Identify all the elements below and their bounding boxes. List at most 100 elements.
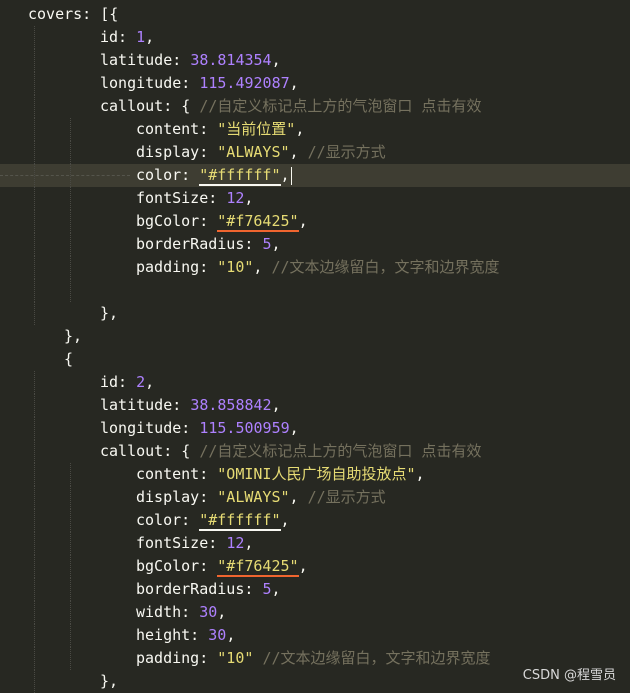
indent-guide: [34, 26, 35, 49]
indent-guide: [34, 555, 35, 578]
code-token: "#ffffff": [199, 511, 281, 531]
code-text: },: [64, 325, 82, 348]
code-text: borderRadius: 5,: [136, 578, 281, 601]
code-line[interactable]: padding: "10", //文本边缘留白，文字和边界宽度: [0, 256, 630, 279]
code-line[interactable]: borderRadius: 5,: [0, 578, 630, 601]
indent-guide: [34, 578, 35, 601]
code-line[interactable]: longitude: 115.492087,: [0, 72, 630, 95]
code-editor[interactable]: }, padding: "10" //文本边缘留白，文字和边界宽度 height: …: [0, 0, 630, 693]
code-token: ,: [280, 166, 290, 184]
code-token: bgColor:: [136, 212, 218, 230]
code-token: },: [64, 327, 83, 345]
code-token: "#ffffff": [199, 166, 281, 186]
code-token: 12: [226, 189, 245, 207]
indent-guide: [70, 624, 71, 647]
indent-guide: [70, 210, 71, 233]
code-line[interactable]: callout: { //自定义标记点上方的气泡窗口 点击有效: [0, 440, 630, 463]
code-token: 12: [226, 534, 245, 552]
code-text: bgColor: "#f76425",: [136, 210, 308, 233]
indent-guide: [70, 118, 71, 141]
code-token: ,: [289, 74, 299, 92]
indent-guide: [34, 486, 35, 509]
indent-guide: [34, 463, 35, 486]
code-line[interactable]: callout: { //自定义标记点上方的气泡窗口 点击有效: [0, 95, 630, 118]
code-line[interactable]: display: "ALWAYS", //显示方式: [0, 141, 630, 164]
code-token: ,: [244, 534, 254, 552]
indent-guide: [70, 463, 71, 486]
code-text: callout: { //自定义标记点上方的气泡窗口 点击有效: [100, 95, 481, 118]
code-line[interactable]: },: [0, 302, 630, 325]
code-token: id:: [100, 373, 137, 391]
code-token: padding:: [136, 649, 218, 667]
current-line-marker: [0, 175, 130, 176]
code-token: 115.500959: [199, 419, 290, 437]
code-line[interactable]: borderRadius: 5,: [0, 233, 630, 256]
code-text: fontSize: 12,: [136, 187, 253, 210]
code-text: padding: "10" //文本边缘留白，文字和边界宽度: [136, 647, 491, 670]
indent-guide: [34, 49, 35, 72]
code-line[interactable]: color: "#ffffff",: [0, 509, 630, 532]
code-token: 2: [136, 373, 146, 391]
indent-guide: [34, 118, 35, 141]
code-token: ,: [298, 557, 308, 575]
code-line[interactable]: covers: [{: [0, 3, 630, 26]
indent-guide: [70, 578, 71, 601]
code-line[interactable]: content: "当前位置",: [0, 118, 630, 141]
code-token: longitude:: [100, 74, 200, 92]
code-text: covers: [{: [28, 3, 118, 26]
code-line[interactable]: latitude: 38.814354,: [0, 49, 630, 72]
code-line[interactable]: fontSize: 12,: [0, 187, 630, 210]
code-text: color: "#ffffff",: [136, 509, 290, 532]
code-line[interactable]: longitude: 115.500959,: [0, 417, 630, 440]
code-line[interactable]: content: "OMINI人民广场自助投放点",: [0, 463, 630, 486]
indent-guide: [70, 532, 71, 555]
code-token: id:: [100, 28, 137, 46]
code-line[interactable]: {: [0, 348, 630, 371]
code-text: content: "OMINI人民广场自助投放点",: [136, 463, 425, 486]
code-text: display: "ALWAYS", //显示方式: [136, 141, 386, 164]
code-line[interactable]: id: 1,: [0, 26, 630, 49]
code-token: longitude:: [100, 419, 200, 437]
code-token: ,: [289, 488, 308, 506]
code-text: color: "#ffffff",: [136, 164, 292, 187]
code-token: borderRadius:: [136, 580, 263, 598]
indent-guide: [70, 509, 71, 532]
code-token: color:: [136, 511, 200, 529]
code-line[interactable]: bgColor: "#f76425",: [0, 210, 630, 233]
code-token: 115.492087: [199, 74, 290, 92]
indent-guide: [34, 233, 35, 256]
code-line[interactable]: color: "#ffffff",: [0, 164, 630, 187]
code-line[interactable]: fontSize: 12,: [0, 532, 630, 555]
code-token: "#f76425": [217, 557, 299, 577]
code-token: callout: {: [100, 442, 200, 460]
code-token: ,: [289, 143, 308, 161]
indent-guide: [34, 72, 35, 95]
indent-guide: [34, 647, 35, 670]
code-token: ,: [298, 212, 308, 230]
code-line[interactable]: height: 30,: [0, 624, 630, 647]
code-line[interactable]: id: 2,: [0, 371, 630, 394]
code-line[interactable]: },: [0, 325, 630, 348]
indent-guide: [34, 187, 35, 210]
code-token: ,: [271, 396, 281, 414]
code-token: covers: [{: [28, 5, 119, 23]
code-token: //文本边缘留白，文字和边界宽度: [271, 258, 500, 276]
code-line[interactable]: bgColor: "#f76425",: [0, 555, 630, 578]
code-line[interactable]: display: "ALWAYS", //显示方式: [0, 486, 630, 509]
code-token: width:: [136, 603, 200, 621]
code-text: longitude: 115.492087,: [100, 72, 299, 95]
code-token: 38.858842: [190, 396, 272, 414]
code-line[interactable]: latitude: 38.858842,: [0, 394, 630, 417]
code-token: ,: [280, 511, 290, 529]
code-token: display:: [136, 143, 218, 161]
code-token: fontSize:: [136, 534, 227, 552]
indent-guide: [34, 371, 35, 394]
code-text: width: 30,: [136, 601, 226, 624]
code-line[interactable]: [0, 279, 630, 302]
code-line[interactable]: width: 30,: [0, 601, 630, 624]
code-token: ,: [253, 258, 272, 276]
code-token: "10": [217, 258, 254, 276]
code-token: "#f76425": [217, 212, 299, 232]
code-token: ,: [271, 580, 281, 598]
code-text: bgColor: "#f76425",: [136, 555, 308, 578]
